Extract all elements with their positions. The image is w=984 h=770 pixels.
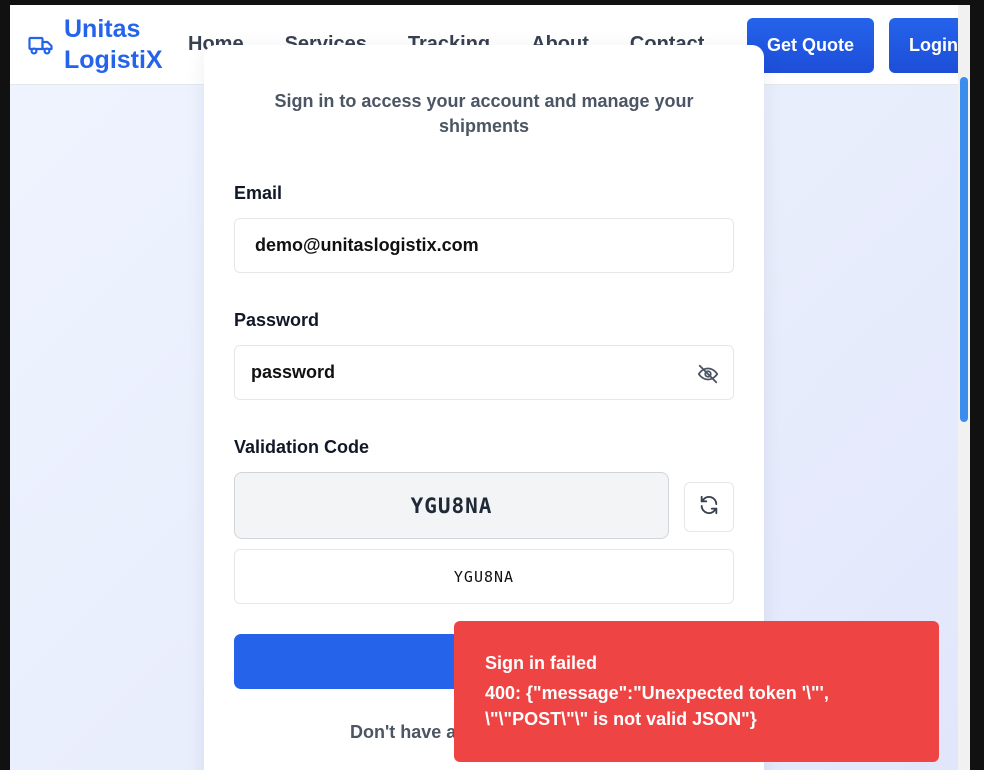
- refresh-icon: [698, 494, 720, 521]
- validation-code-label: Validation Code: [234, 437, 370, 457]
- email-label: Email: [234, 183, 283, 203]
- eye-off-icon[interactable]: [697, 363, 719, 385]
- captcha-display: YGU8NA: [234, 472, 669, 539]
- validation-code-value: YGU8NA: [453, 567, 515, 586]
- toast-message: 400: {"message":"Unexpected token '\"', …: [485, 683, 829, 729]
- scrollbar-thumb[interactable]: [960, 77, 968, 422]
- brand-logo[interactable]: Unitas LogistiX: [28, 14, 174, 76]
- password-value: password: [251, 362, 336, 382]
- login-button[interactable]: Login: [889, 18, 958, 73]
- email-value: demo@unitaslogistix.com: [255, 235, 479, 255]
- password-field[interactable]: password: [234, 345, 734, 400]
- login-subtitle: Sign in to access your account and manag…: [274, 91, 694, 136]
- brand-name: Unitas LogistiX: [64, 14, 163, 74]
- truck-icon: [28, 32, 54, 58]
- page-scrollbar[interactable]: [958, 5, 970, 770]
- refresh-captcha-button[interactable]: [684, 482, 734, 532]
- error-toast[interactable]: Sign in failed 400: {"message":"Unexpect…: [454, 621, 939, 762]
- password-label: Password: [234, 310, 320, 330]
- get-quote-button[interactable]: Get Quote: [747, 18, 874, 73]
- toast-title: Sign in failed: [485, 653, 598, 673]
- signup-prompt: Don't have a: [350, 722, 457, 742]
- validation-code-input[interactable]: YGU8NA: [234, 549, 734, 604]
- email-field[interactable]: demo@unitaslogistix.com: [234, 218, 734, 273]
